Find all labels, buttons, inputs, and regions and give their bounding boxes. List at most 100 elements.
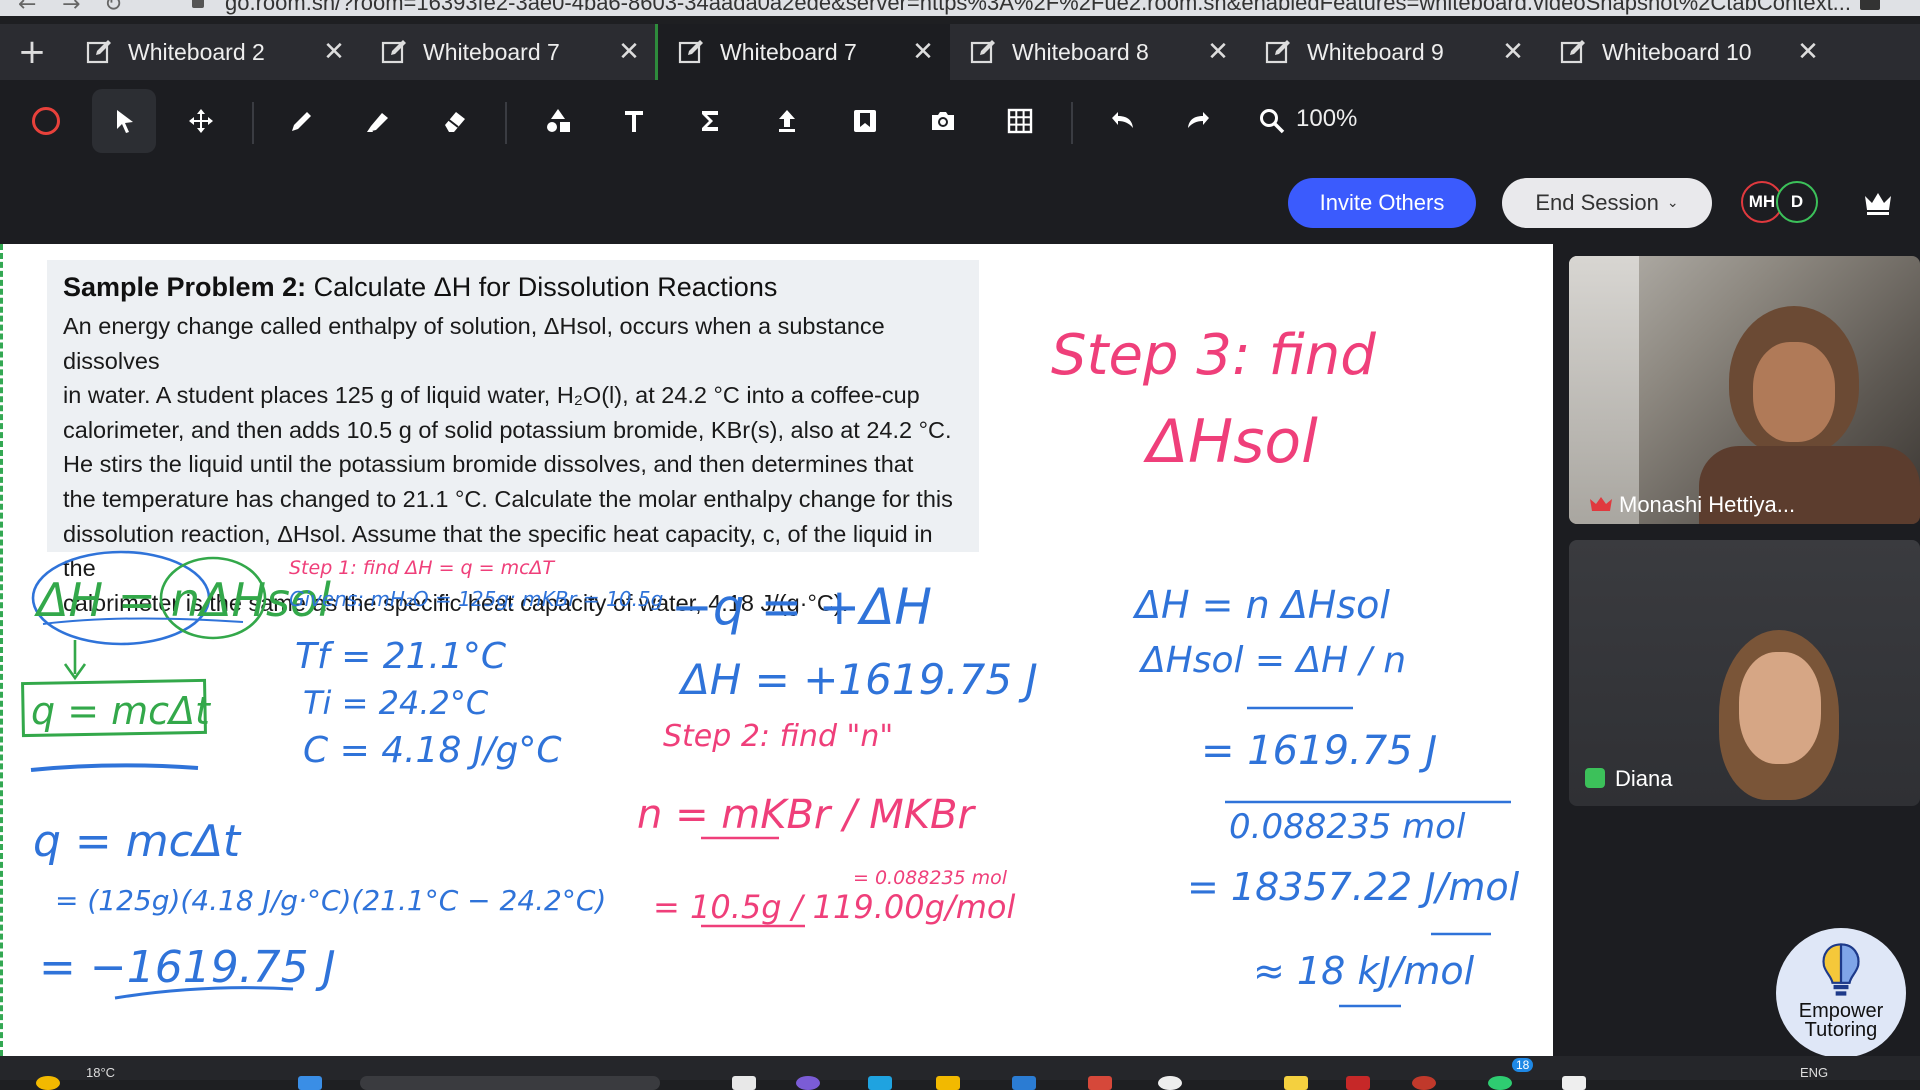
video-tile-diana[interactable]: Diana bbox=[1569, 540, 1920, 806]
ink-n-substitution: = 10.5g / 119.00g/mol bbox=[653, 888, 1015, 926]
whiteboard-tab-bar: + Whiteboard 2 ✕ Whiteboard 7 ✕ Whiteboard 7… bbox=[0, 24, 1920, 80]
ink-result-jmol: = 18357.22 J/mol bbox=[1187, 865, 1520, 909]
end-session-button[interactable]: End Session ⌄ bbox=[1502, 178, 1712, 228]
bookmark-icon[interactable] bbox=[833, 89, 897, 153]
store-icon[interactable] bbox=[1012, 1076, 1036, 1090]
reload-icon[interactable]: ↻ bbox=[104, 0, 122, 16]
ink-minus-q: −q = +ΔH bbox=[671, 578, 932, 636]
highlighter-icon[interactable] bbox=[346, 89, 410, 153]
notes-icon[interactable] bbox=[1284, 1076, 1308, 1090]
language-indicator[interactable]: ENG bbox=[1800, 1065, 1828, 1080]
grid-icon[interactable] bbox=[988, 89, 1052, 153]
lock-icon bbox=[192, 0, 204, 8]
tab-label: Whiteboard 10 bbox=[1602, 38, 1752, 65]
file-explorer-icon[interactable] bbox=[936, 1076, 960, 1090]
tab-label: Whiteboard 7 bbox=[720, 38, 857, 65]
notification-badge: 18 bbox=[1512, 1058, 1534, 1072]
app-icon[interactable] bbox=[1488, 1076, 1512, 1090]
ink-result-kjmol: ≈ 18 kJ/mol bbox=[1253, 949, 1475, 993]
tab-label: Whiteboard 8 bbox=[1012, 38, 1149, 65]
add-tab-icon[interactable]: + bbox=[14, 34, 50, 70]
ink-givens: Givens: mH₂O = 125g; mKBr = 10.5g bbox=[289, 587, 663, 611]
empower-tutoring-logo: Empower Tutoring bbox=[1776, 928, 1906, 1058]
ink-numerator: = 1619.75 J bbox=[1201, 728, 1437, 774]
close-tab-icon[interactable]: ✕ bbox=[1498, 37, 1528, 67]
back-icon[interactable]: ← bbox=[18, 0, 36, 16]
app-icon[interactable] bbox=[1562, 1076, 1586, 1090]
video-tile-host[interactable]: Monashi Hettiya... bbox=[1569, 256, 1920, 524]
edit-icon bbox=[86, 40, 111, 64]
ink-c: C = 4.18 J/g°C bbox=[303, 730, 562, 771]
weather-text[interactable]: 18°C bbox=[86, 1065, 115, 1080]
edit-icon bbox=[678, 40, 703, 64]
undo-icon[interactable] bbox=[1090, 89, 1154, 153]
lightbulb-brain-icon bbox=[1822, 943, 1860, 996]
close-tab-icon[interactable]: ✕ bbox=[319, 37, 349, 67]
edit-icon bbox=[1265, 40, 1290, 64]
redo-icon[interactable] bbox=[1167, 89, 1231, 153]
crown-icon[interactable] bbox=[1862, 190, 1894, 216]
url-text[interactable]: go.room.sh/?room=16393fe2-3ae0-4ba6-8603… bbox=[225, 0, 1851, 16]
ink-q-result: = −1619.75 J bbox=[39, 942, 336, 993]
invite-others-button[interactable]: Invite Others bbox=[1288, 178, 1476, 228]
tab-whiteboard[interactable]: Whiteboard 2 ✕ bbox=[66, 24, 361, 80]
ink-n-formula: n = mKBr / MKBr bbox=[637, 792, 976, 838]
close-tab-icon[interactable]: ✕ bbox=[1793, 37, 1823, 67]
ink-relation: ΔH = n ΔHsol bbox=[1132, 583, 1390, 627]
start-icon[interactable] bbox=[298, 1076, 322, 1090]
ink-denominator: 0.088235 mol bbox=[1229, 807, 1466, 847]
ink-step3: Step 3: find bbox=[1051, 323, 1376, 388]
eraser-icon[interactable] bbox=[423, 89, 487, 153]
select-icon[interactable] bbox=[92, 89, 156, 153]
app-icon[interactable] bbox=[1346, 1076, 1370, 1090]
ink-step2: Step 2: find "n" bbox=[663, 719, 893, 754]
tab-label: Whiteboard 9 bbox=[1307, 38, 1444, 65]
whiteboard-canvas[interactable]: Sample Problem 2: Calculate ΔH for Disso… bbox=[0, 244, 1553, 1056]
app-icon[interactable] bbox=[796, 1076, 820, 1090]
tab-whiteboard[interactable]: Whiteboard 7 ✕ bbox=[361, 24, 656, 80]
weather-icon[interactable] bbox=[36, 1076, 60, 1090]
edit-icon bbox=[970, 40, 995, 64]
chevron-down-icon: ⌄ bbox=[1666, 195, 1679, 211]
tab-whiteboard[interactable]: Whiteboard 9 ✕ bbox=[1245, 24, 1540, 80]
edge-icon[interactable] bbox=[868, 1076, 892, 1090]
ink-tf: Tf = 21.1°C bbox=[295, 636, 507, 677]
tab-whiteboard[interactable]: Whiteboard 7 ✕ bbox=[655, 24, 950, 80]
os-taskbar: 18°C 18 ENG bbox=[0, 1056, 1920, 1090]
app-icon[interactable] bbox=[1088, 1076, 1112, 1090]
taskbar-search[interactable] bbox=[360, 1076, 660, 1090]
zoom-icon[interactable] bbox=[1240, 89, 1304, 153]
camera-icon[interactable] bbox=[911, 89, 975, 153]
forward-icon[interactable]: → bbox=[62, 0, 80, 16]
move-icon[interactable] bbox=[169, 89, 233, 153]
ink-ti: Ti = 24.2°C bbox=[303, 684, 489, 722]
formula-icon[interactable] bbox=[678, 89, 742, 153]
zoom-level[interactable]: 100% bbox=[1296, 105, 1357, 133]
ink-step3-target: ΔHsol bbox=[1143, 407, 1318, 477]
task-view-icon[interactable] bbox=[732, 1076, 756, 1090]
pen-icon[interactable] bbox=[270, 89, 334, 153]
tab-whiteboard[interactable]: Whiteboard 10 ✕ bbox=[1540, 24, 1835, 80]
ink-dhsol-formula: ΔHsol = ΔH / n bbox=[1138, 640, 1406, 681]
tab-label: Whiteboard 7 bbox=[423, 38, 560, 65]
shapes-icon[interactable] bbox=[526, 89, 590, 153]
end-session-label: End Session bbox=[1535, 190, 1659, 215]
chrome-icon[interactable] bbox=[1412, 1076, 1436, 1090]
browser-address-bar[interactable]: ← → ↻ go.room.sh/?room=16393fe2-3ae0-4ba… bbox=[0, 0, 1920, 16]
avatar-d[interactable]: D bbox=[1776, 181, 1818, 223]
close-tab-icon[interactable]: ✕ bbox=[1203, 37, 1233, 67]
tab-label: Whiteboard 2 bbox=[128, 38, 265, 65]
ink-q-equation: q = mcΔt bbox=[31, 689, 212, 733]
extension-icon[interactable] bbox=[1860, 0, 1880, 10]
close-tab-icon[interactable]: ✕ bbox=[614, 37, 644, 67]
text-icon[interactable] bbox=[602, 89, 666, 153]
crown-icon bbox=[1589, 496, 1613, 512]
record-icon[interactable] bbox=[14, 89, 78, 153]
upload-icon[interactable] bbox=[755, 89, 819, 153]
microphone-status-icon bbox=[1585, 768, 1605, 788]
tab-whiteboard[interactable]: Whiteboard 8 ✕ bbox=[950, 24, 1245, 80]
close-tab-icon[interactable]: ✕ bbox=[908, 37, 938, 67]
app-icon[interactable] bbox=[1158, 1076, 1182, 1090]
edit-icon bbox=[1560, 40, 1585, 64]
edit-icon bbox=[381, 40, 406, 64]
